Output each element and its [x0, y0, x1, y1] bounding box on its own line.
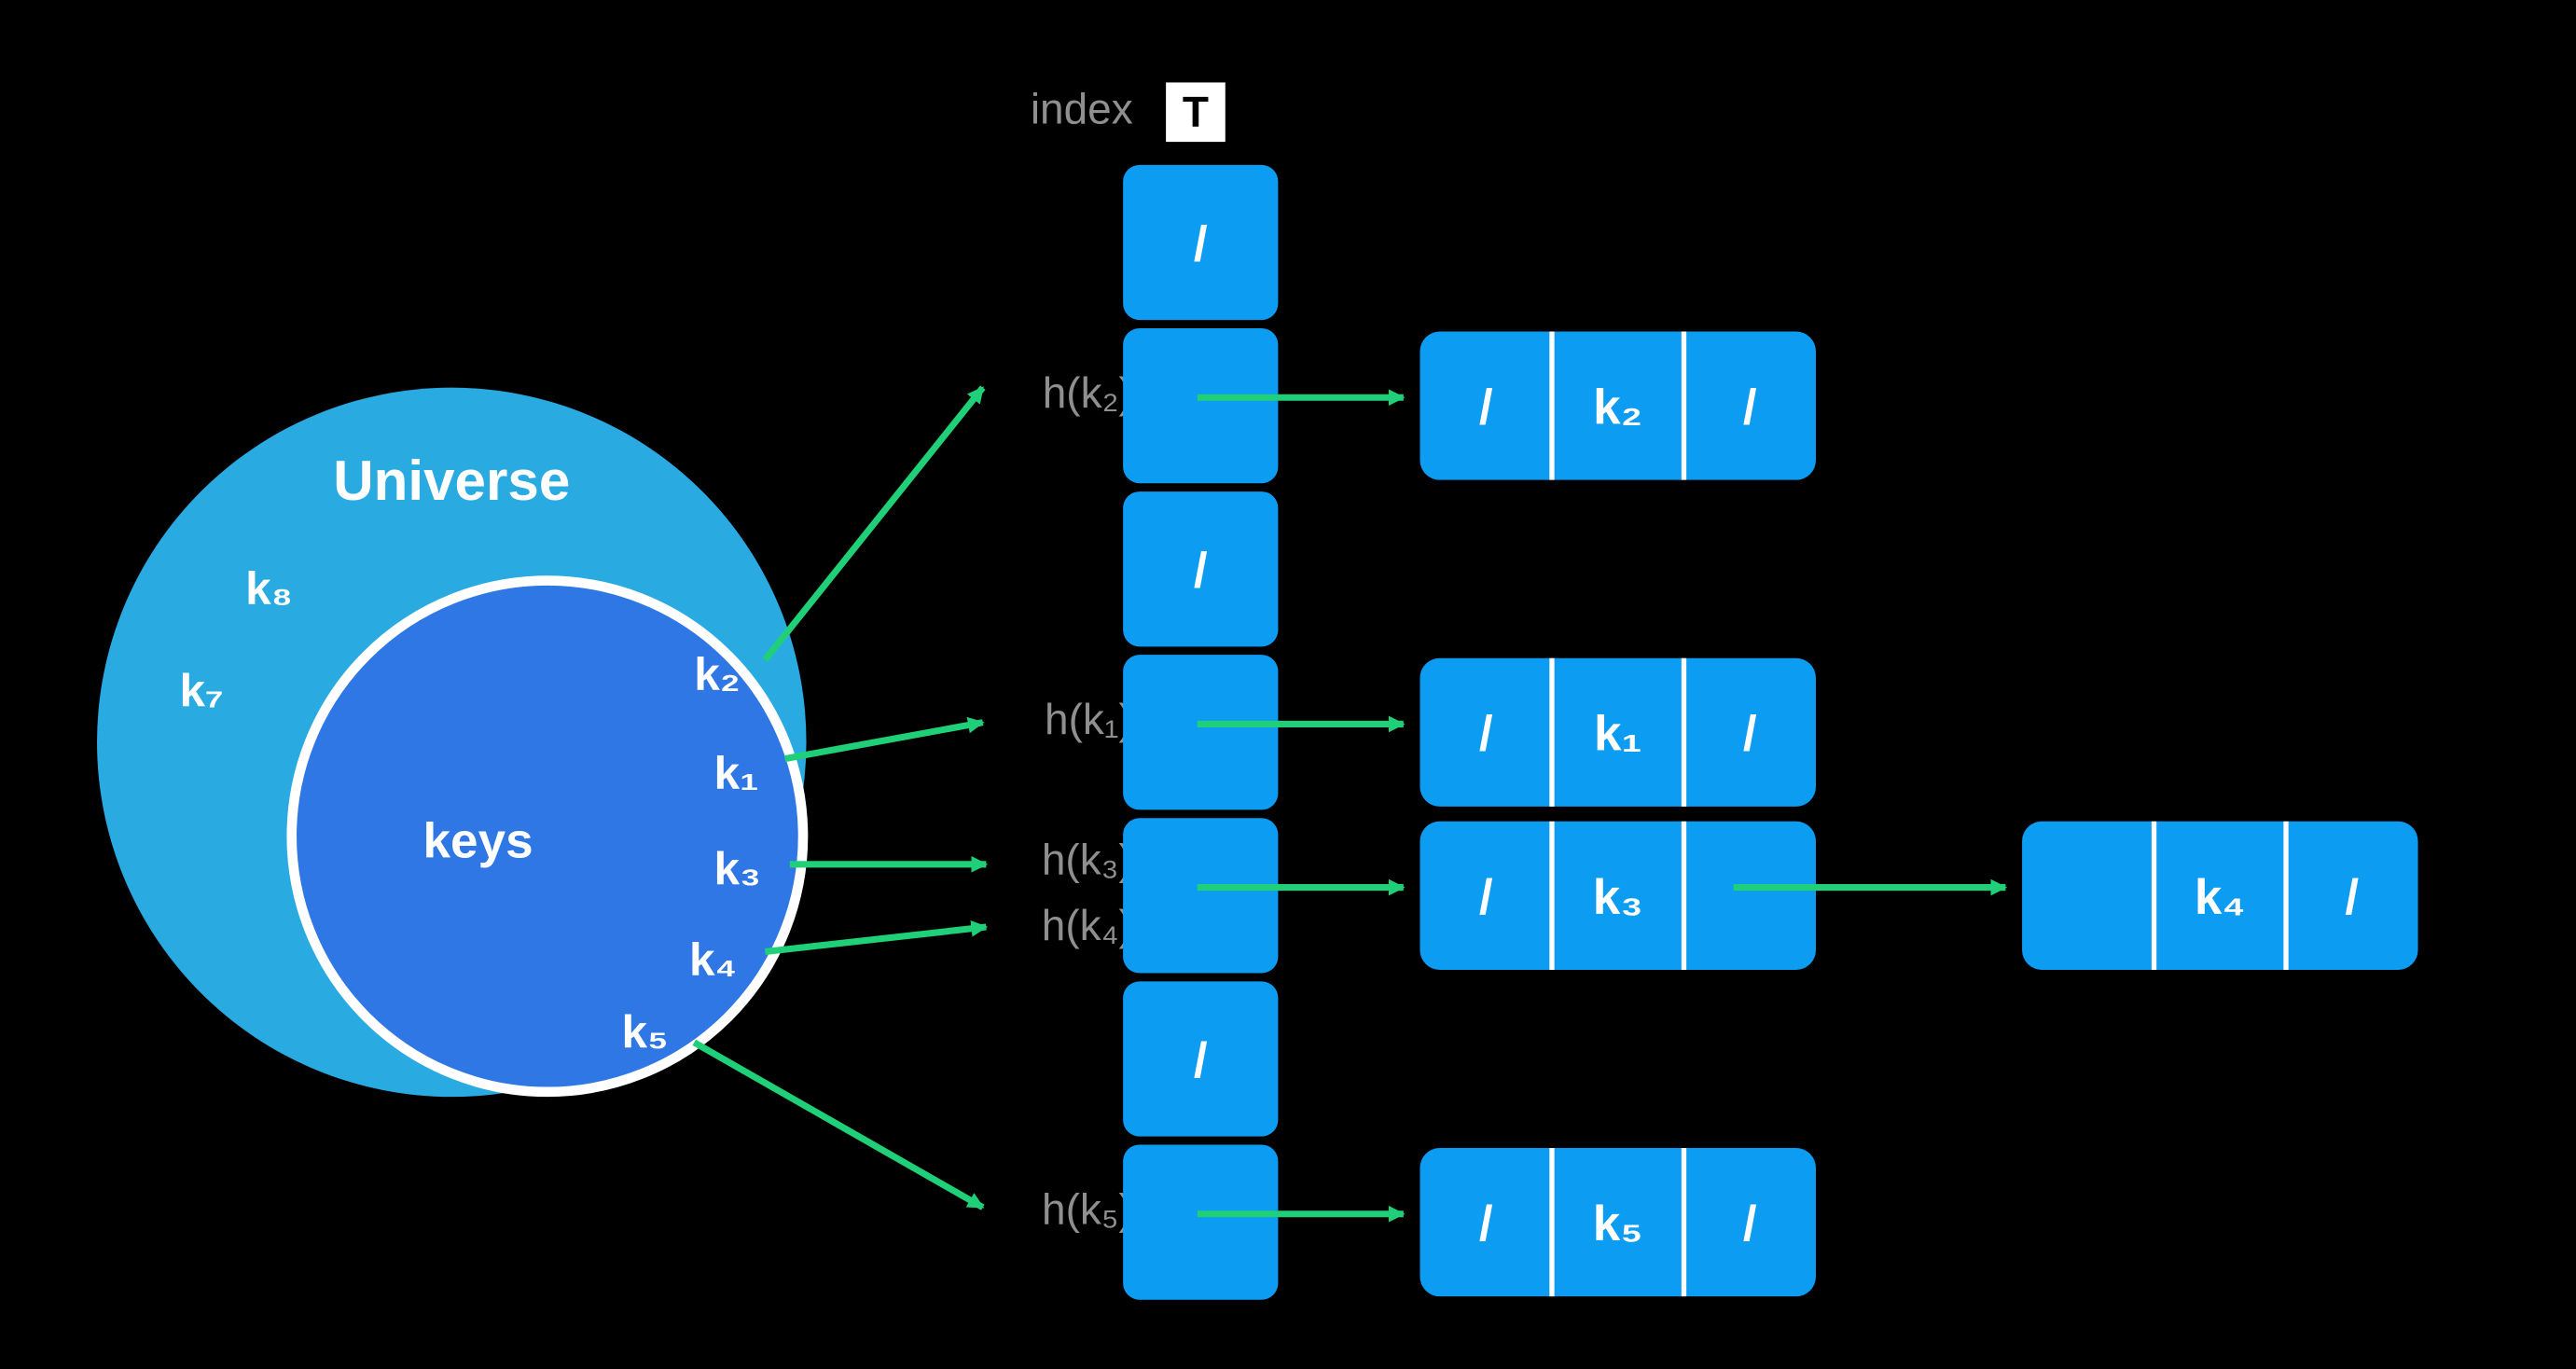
- chain-node-k5: / k₅ /: [1420, 1148, 1815, 1296]
- table-slot: [1123, 1144, 1278, 1299]
- inner-key-k4: k₄: [689, 933, 737, 985]
- outer-key-k8: k₈: [245, 562, 293, 614]
- table-slot-label: /: [1194, 544, 1208, 599]
- inner-key-k3: k₃: [714, 843, 761, 894]
- hash-label-k4: h(k₄): [1042, 901, 1133, 949]
- chain-nodes-layer: / k₂ / / k₁ / / k₃ k₄ / / k₅ /: [1420, 332, 2417, 1297]
- node-key: k₅: [1593, 1196, 1643, 1251]
- chain-node-k3: / k₃: [1420, 822, 1815, 970]
- hash-label-k3: h(k₃): [1042, 835, 1133, 883]
- node-key: k₄: [2195, 870, 2246, 925]
- table-header-label: T: [1183, 88, 1209, 136]
- table-slot: [1123, 655, 1278, 809]
- node-key: k₂: [1593, 380, 1642, 436]
- node-prev: /: [1479, 870, 1493, 925]
- table-slot-label: /: [1194, 1033, 1208, 1088]
- index-header-label: index: [1031, 85, 1133, 133]
- hash-label-k5: h(k₅): [1042, 1184, 1133, 1233]
- node-prev: /: [1479, 707, 1493, 762]
- inner-key-k1: k₁: [714, 747, 759, 798]
- inner-key-k2: k₂: [694, 648, 741, 699]
- hash-table-column: / / /: [1123, 165, 1278, 1300]
- node-key: k₁: [1594, 707, 1641, 762]
- node-key: k₃: [1593, 870, 1643, 925]
- hash-label-k1: h(k₁): [1045, 695, 1133, 743]
- node-prev: /: [1479, 1196, 1493, 1251]
- chain-node-k4: k₄ /: [2022, 822, 2417, 970]
- universe-title: Universe: [333, 449, 570, 512]
- keys-title: keys: [423, 814, 533, 869]
- chain-node-k1: / k₁ /: [1420, 658, 1815, 807]
- hash-label-k2: h(k₂): [1043, 368, 1133, 417]
- outer-key-k7: k₇: [179, 665, 223, 716]
- node-next: /: [1743, 1196, 1757, 1251]
- node-next: /: [2345, 870, 2359, 925]
- table-slot-label: /: [1194, 216, 1208, 271]
- table-slot: [1123, 818, 1278, 973]
- node-next: /: [1743, 380, 1757, 436]
- inner-key-k5: k₅: [621, 1006, 668, 1058]
- table-slot: [1123, 328, 1278, 483]
- chain-node-k2: / k₂ /: [1420, 332, 1815, 480]
- node-prev: /: [1479, 380, 1493, 436]
- node-next: /: [1743, 707, 1757, 762]
- hash-table-diagram: Universe keys k₈ k₇ k₂ k₁ k₃ k₄ k₅ index…: [0, 0, 2576, 1369]
